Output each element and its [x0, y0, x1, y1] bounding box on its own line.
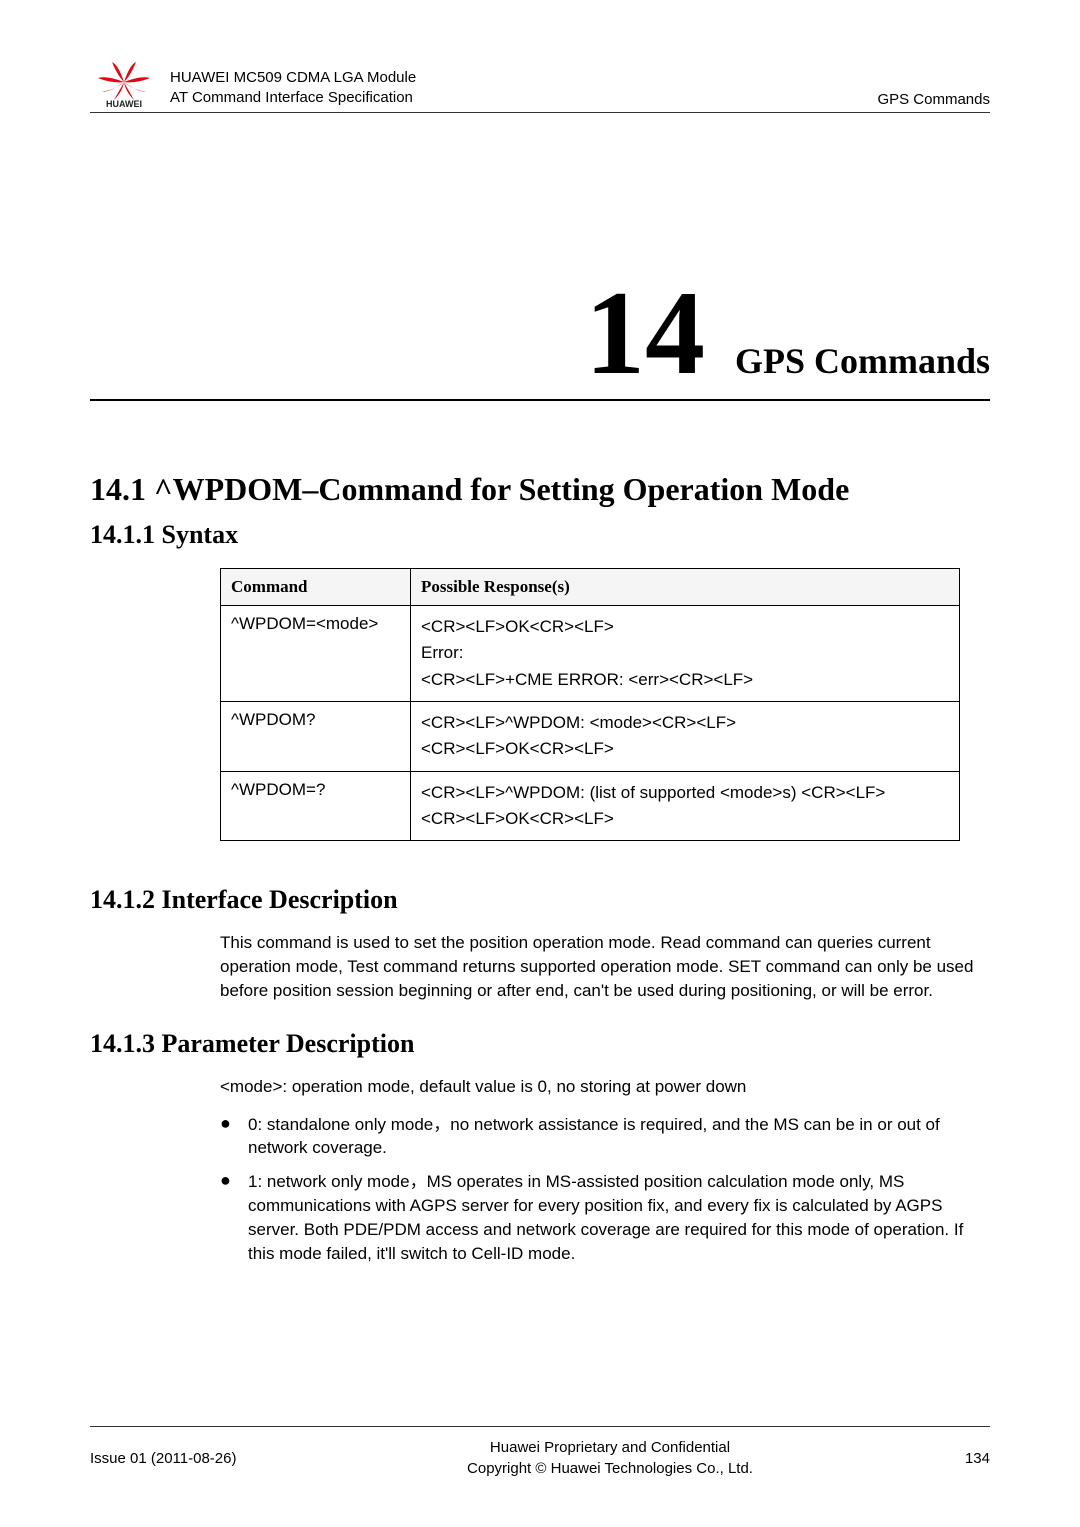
page-header: HUAWEI HUAWEI MC509 CDMA LGA Module AT C… — [90, 60, 990, 113]
bullet-text: 0: standalone only mode，no network assis… — [248, 1113, 990, 1161]
header-title-line1: HUAWEI MC509 CDMA LGA Module — [170, 68, 877, 88]
header-title: HUAWEI MC509 CDMA LGA Module AT Command … — [170, 68, 877, 109]
table-row: ^WPDOM=<mode> <CR><LF>OK<CR><LF> Error: … — [221, 606, 960, 702]
parameter-intro: <mode>: operation mode, default value is… — [220, 1075, 990, 1099]
bullet-icon: ● — [220, 1113, 248, 1161]
footer-proprietary: Huawei Proprietary and Confidential — [310, 1437, 910, 1458]
resp-cell: <CR><LF>^WPDOM: <mode><CR><LF> <CR><LF>O… — [411, 702, 960, 772]
interface-desc-para: This command is used to set the position… — [220, 931, 990, 1002]
resp-line: <CR><LF>^WPDOM: <mode><CR><LF> — [421, 710, 949, 736]
header-section-name: GPS Commands — [877, 91, 990, 108]
resp-line: <CR><LF>^WPDOM: (list of supported <mode… — [421, 780, 949, 806]
list-item: ● 1: network only mode，MS operates in MS… — [220, 1170, 990, 1265]
huawei-logo: HUAWEI — [90, 60, 158, 108]
chapter-heading: 14 GPS Commands — [90, 273, 990, 401]
resp-line: Error: — [421, 640, 949, 666]
bullet-icon: ● — [220, 1170, 248, 1265]
cmd-cell: ^WPDOM? — [221, 702, 411, 772]
footer-issue: Issue 01 (2011-08-26) — [90, 1450, 310, 1467]
interface-desc-heading: 14.1.2 Interface Description — [90, 885, 990, 915]
resp-line: <CR><LF>OK<CR><LF> — [421, 736, 949, 762]
list-item: ● 0: standalone only mode，no network ass… — [220, 1113, 990, 1161]
bullet-text: 1: network only mode，MS operates in MS-a… — [248, 1170, 990, 1265]
footer-center: Huawei Proprietary and Confidential Copy… — [310, 1437, 910, 1479]
section-heading: 14.1 ^WPDOM–Command for Setting Operatio… — [90, 471, 990, 508]
resp-line: <CR><LF>OK<CR><LF> — [421, 614, 949, 640]
resp-cell: <CR><LF>^WPDOM: (list of supported <mode… — [411, 771, 960, 841]
resp-line: <CR><LF>OK<CR><LF> — [421, 806, 949, 832]
resp-line: <CR><LF>+CME ERROR: <err><CR><LF> — [421, 667, 949, 693]
logo-text: HUAWEI — [106, 99, 142, 108]
cmd-cell: ^WPDOM=<mode> — [221, 606, 411, 702]
parameter-bullet-list: ● 0: standalone only mode，no network ass… — [220, 1113, 990, 1266]
table-row: ^WPDOM? <CR><LF>^WPDOM: <mode><CR><LF> <… — [221, 702, 960, 772]
th-command: Command — [221, 569, 411, 606]
chapter-number: 14 — [585, 273, 705, 393]
resp-cell: <CR><LF>OK<CR><LF> Error: <CR><LF>+CME E… — [411, 606, 960, 702]
huawei-flower-icon: HUAWEI — [90, 60, 158, 108]
table-row: ^WPDOM=? <CR><LF>^WPDOM: (list of suppor… — [221, 771, 960, 841]
table-header-row: Command Possible Response(s) — [221, 569, 960, 606]
footer-copyright: Copyright © Huawei Technologies Co., Ltd… — [310, 1458, 910, 1479]
footer-page-number: 134 — [910, 1450, 990, 1467]
parameter-desc-heading: 14.1.3 Parameter Description — [90, 1029, 990, 1059]
cmd-cell: ^WPDOM=? — [221, 771, 411, 841]
page-footer: Issue 01 (2011-08-26) Huawei Proprietary… — [90, 1426, 990, 1479]
chapter-title: GPS Commands — [735, 340, 990, 392]
header-title-line2: AT Command Interface Specification — [170, 88, 877, 108]
th-response: Possible Response(s) — [411, 569, 960, 606]
syntax-table: Command Possible Response(s) ^WPDOM=<mod… — [220, 568, 960, 841]
syntax-heading: 14.1.1 Syntax — [90, 520, 990, 550]
